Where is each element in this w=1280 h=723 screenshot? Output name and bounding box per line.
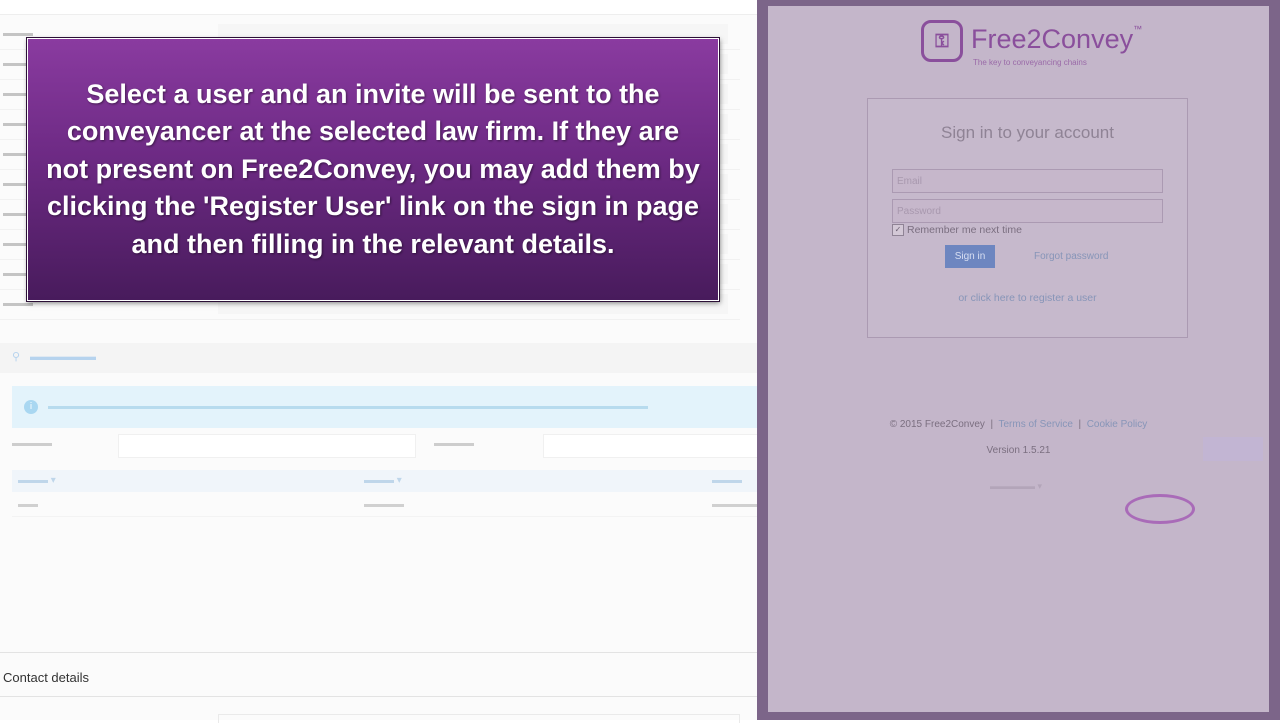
remember-label: Remember me next time bbox=[907, 224, 1022, 236]
contact-field[interactable] bbox=[218, 714, 740, 723]
cookie-policy-link[interactable]: Cookie Policy bbox=[1087, 419, 1148, 430]
signin-popup: ⚿ Free2Convey™ The key to conveyancing c… bbox=[757, 0, 1280, 720]
info-text-placeholder: ▬▬▬▬▬▬▬▬▬▬▬▬▬▬▬▬▬▬▬▬▬▬▬▬▬▬▬▬▬▬▬▬▬▬▬▬▬▬▬▬… bbox=[48, 401, 648, 412]
logo-name: Free2Convey™ bbox=[971, 24, 1143, 54]
password-input[interactable] bbox=[892, 199, 1163, 223]
info-icon: i bbox=[24, 400, 38, 414]
contact-details-title: Contact details bbox=[3, 670, 89, 685]
key-icon: ⚿ bbox=[921, 20, 963, 62]
search-icon: ⚲ bbox=[12, 350, 21, 363]
background-action-button bbox=[1203, 437, 1263, 461]
email-input[interactable] bbox=[892, 169, 1163, 193]
cell-placeholder: ▬▬ bbox=[18, 499, 38, 510]
terms-link[interactable]: Terms of Service bbox=[998, 419, 1072, 430]
column-header-placeholder[interactable]: ▬▬▬ bbox=[712, 475, 742, 486]
remember-me[interactable]: ✓ Remember me next time bbox=[892, 224, 1022, 236]
user-search-header: ⚲ ▬▬▬▬▬▬ bbox=[0, 343, 760, 373]
register-user-link[interactable]: or click here to register a user bbox=[868, 292, 1187, 304]
popup-footer: © 2015 Free2Convey | Terms of Service | … bbox=[768, 419, 1269, 430]
column-header-placeholder[interactable]: ▬▬▬ ▾ bbox=[18, 475, 56, 486]
forgot-password-link[interactable]: Forgot password bbox=[1034, 251, 1108, 262]
instruction-banner: Select a user and an invite will be sent… bbox=[26, 37, 720, 302]
info-alert: i ▬▬▬▬▬▬▬▬▬▬▬▬▬▬▬▬▬▬▬▬▬▬▬▬▬▬▬▬▬▬▬▬▬▬▬▬▬▬… bbox=[12, 386, 760, 428]
signin-button[interactable]: Sign in bbox=[945, 245, 995, 268]
signin-title: Sign in to your account bbox=[941, 123, 1114, 142]
signin-box: Sign in to your account ✓ Remember me ne… bbox=[867, 98, 1188, 338]
top-strip bbox=[0, 0, 760, 15]
version-text: Version 1.5.21 bbox=[986, 445, 1051, 456]
section-label-placeholder: ▬▬▬▬▬▬ bbox=[30, 351, 96, 363]
divider bbox=[0, 652, 760, 653]
copyright-text: © 2015 Free2Convey bbox=[889, 419, 985, 430]
last-name-filter[interactable] bbox=[543, 434, 760, 458]
user-search-filters: ▬▬▬▬ ▬▬▬▬ bbox=[0, 430, 760, 464]
highlight-ring bbox=[1125, 494, 1195, 524]
results-table-header: ▬▬▬ ▾ ▬▬▬ ▾ ▬▬▬ bbox=[12, 470, 760, 492]
instruction-text: Select a user and an invite will be sent… bbox=[46, 78, 700, 259]
table-row[interactable]: ▬▬ ▬▬▬▬ ▬▬▬▬▬▬ bbox=[12, 494, 772, 517]
background-column-placeholder: ▬▬▬▬▬ ▾ bbox=[990, 481, 1043, 491]
free2convey-logo: ⚿ Free2Convey™ The key to conveyancing c… bbox=[921, 20, 1151, 72]
divider bbox=[0, 696, 760, 697]
first-name-filter[interactable] bbox=[118, 434, 416, 458]
footer-separator: | bbox=[1078, 419, 1082, 430]
logo-tagline: The key to conveyancing chains bbox=[973, 58, 1087, 67]
filter-label-placeholder: ▬▬▬▬ bbox=[434, 438, 474, 449]
remember-checkbox[interactable]: ✓ bbox=[892, 224, 904, 236]
filter-label-placeholder: ▬▬▬▬ bbox=[12, 438, 52, 449]
footer-separator: | bbox=[990, 419, 994, 430]
cell-placeholder: ▬▬▬▬ bbox=[364, 499, 404, 510]
column-header-placeholder[interactable]: ▬▬▬ ▾ bbox=[364, 475, 402, 486]
